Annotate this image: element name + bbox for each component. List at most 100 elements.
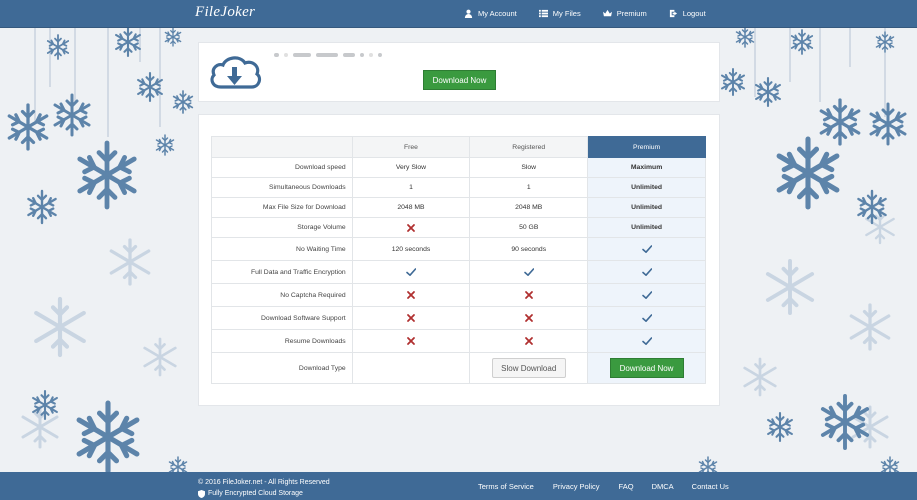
- feature-label: Resume Downloads: [211, 329, 353, 353]
- table-row: Storage Volume 50 GB Unlimited: [211, 217, 706, 238]
- file-name-redacted: [274, 53, 382, 57]
- table-row: Simultaneous Downloads 1 1 Unlimited: [211, 177, 706, 198]
- header-free: Free: [351, 136, 471, 158]
- feature-label: Download Software Support: [211, 306, 353, 330]
- table-row: No Waiting Time 120 seconds 90 seconds: [211, 237, 706, 261]
- check-icon: [641, 337, 652, 345]
- registered-cell: [469, 329, 589, 353]
- check-icon: [641, 245, 652, 253]
- feature-label: Download Type: [211, 352, 353, 384]
- copyright-text: © 2016 FileJoker.net - All Rights Reserv…: [198, 479, 330, 486]
- registered-cell: 2048 MB: [469, 197, 589, 218]
- premium-cell: Unlimited: [587, 197, 706, 218]
- top-navbar: FileJoker My Account My Files Premium Lo…: [0, 0, 917, 28]
- header-blank: [211, 136, 353, 158]
- nav-my-files-label: My Files: [552, 9, 581, 18]
- list-icon: [538, 9, 548, 18]
- cross-icon: [407, 223, 415, 232]
- premium-cell: [587, 306, 706, 330]
- cross-icon: [407, 337, 415, 345]
- check-icon: [641, 291, 652, 299]
- table-row: Full Data and Traffic Encryption: [211, 260, 706, 284]
- footer-link-contact[interactable]: Contact Us: [692, 482, 729, 491]
- registered-cell: 1: [469, 177, 589, 198]
- footer-link-dmca[interactable]: DMCA: [652, 482, 674, 491]
- feature-label: Simultaneous Downloads: [211, 177, 353, 198]
- check-icon: [406, 268, 416, 276]
- cross-icon: [407, 314, 415, 322]
- free-cell: 1: [351, 177, 471, 198]
- free-cell: Very Slow: [351, 157, 471, 178]
- table-row: Download speed Very Slow Slow Maximum: [211, 157, 706, 178]
- free-cell: 120 seconds: [351, 237, 471, 261]
- registered-cell: [469, 283, 589, 307]
- slow-download-button[interactable]: Slow Download: [491, 358, 566, 378]
- check-icon: [641, 268, 652, 276]
- nav-my-account[interactable]: My Account: [464, 9, 517, 18]
- shield-icon: [198, 489, 205, 498]
- premium-cell: Download Now: [587, 352, 706, 384]
- feature-label: Max File Size for Download: [211, 197, 353, 218]
- cross-icon: [407, 291, 415, 299]
- feature-label: Storage Volume: [211, 217, 353, 238]
- feature-label: Full Data and Traffic Encryption: [211, 260, 353, 284]
- file-info-panel: Download Now: [198, 42, 720, 102]
- free-cell: [351, 260, 471, 284]
- check-icon: [523, 268, 534, 276]
- nav-my-account-label: My Account: [478, 9, 517, 18]
- logout-icon: [669, 9, 677, 18]
- premium-cell: Maximum: [587, 157, 706, 178]
- footer-copyright: © 2016 FileJoker.net - All Rights Reserv…: [198, 477, 330, 499]
- encrypted-text: Fully Encrypted Cloud Storage: [208, 490, 303, 497]
- premium-cell: [587, 237, 706, 261]
- free-cell: [351, 352, 471, 384]
- free-cell: [351, 283, 471, 307]
- main-nav: My Account My Files Premium Logout: [464, 0, 728, 27]
- encrypted-storage: Fully Encrypted Cloud Storage: [198, 488, 330, 499]
- header-registered: Registered: [469, 136, 589, 158]
- free-cell: [351, 306, 471, 330]
- footer: © 2016 FileJoker.net - All Rights Reserv…: [0, 472, 917, 500]
- premium-cell: [587, 329, 706, 353]
- registered-cell: Slow: [469, 157, 589, 178]
- registered-cell: [469, 306, 589, 330]
- nav-logout[interactable]: Logout: [669, 9, 706, 18]
- premium-cell: Unlimited: [587, 217, 706, 238]
- registered-cell: 50 GB: [469, 217, 589, 238]
- site-logo[interactable]: FileJoker: [195, 4, 255, 21]
- download-now-button[interactable]: Download Now: [423, 70, 496, 90]
- table-row: Max File Size for Download 2048 MB 2048 MB…: [211, 197, 706, 218]
- comparison-table: Free Registered Premium Download speed Ve…: [211, 136, 706, 384]
- nav-premium-label: Premium: [616, 9, 647, 18]
- table-row: Download Software Support: [211, 306, 706, 330]
- footer-links: Terms of Service Privacy Policy FAQ DMCA…: [478, 482, 729, 491]
- cross-icon: [524, 337, 533, 345]
- nav-my-files[interactable]: My Files: [538, 9, 581, 18]
- premium-cell: [587, 260, 706, 284]
- nav-premium[interactable]: Premium: [602, 9, 647, 18]
- premium-download-button[interactable]: Download Now: [609, 358, 684, 378]
- cross-icon: [524, 291, 533, 299]
- feature-label: No Waiting Time: [211, 237, 353, 261]
- premium-cell: Unlimited: [587, 177, 706, 198]
- user-icon: [464, 9, 473, 18]
- free-cell: [351, 217, 471, 238]
- cloud-download-icon: [210, 56, 262, 89]
- check-icon: [641, 314, 652, 322]
- account-comparison-panel: Free Registered Premium Download speed Ve…: [198, 114, 720, 406]
- cross-icon: [524, 314, 533, 322]
- nav-logout-label: Logout: [682, 9, 706, 18]
- footer-link-faq[interactable]: FAQ: [619, 482, 634, 491]
- registered-cell: 90 seconds: [469, 237, 589, 261]
- premium-cell: [587, 283, 706, 307]
- download-type-row: Download Type Slow Download Download Now: [211, 352, 706, 384]
- feature-label: No Captcha Required: [211, 283, 353, 307]
- registered-cell: Slow Download: [469, 352, 589, 384]
- footer-link-privacy[interactable]: Privacy Policy: [553, 482, 600, 491]
- feature-label: Download speed: [211, 157, 353, 178]
- table-row: No Captcha Required: [211, 283, 706, 307]
- header-premium: Premium: [587, 136, 706, 158]
- registered-cell: [469, 260, 589, 284]
- footer-link-terms[interactable]: Terms of Service: [478, 482, 534, 491]
- crown-icon: [602, 9, 612, 17]
